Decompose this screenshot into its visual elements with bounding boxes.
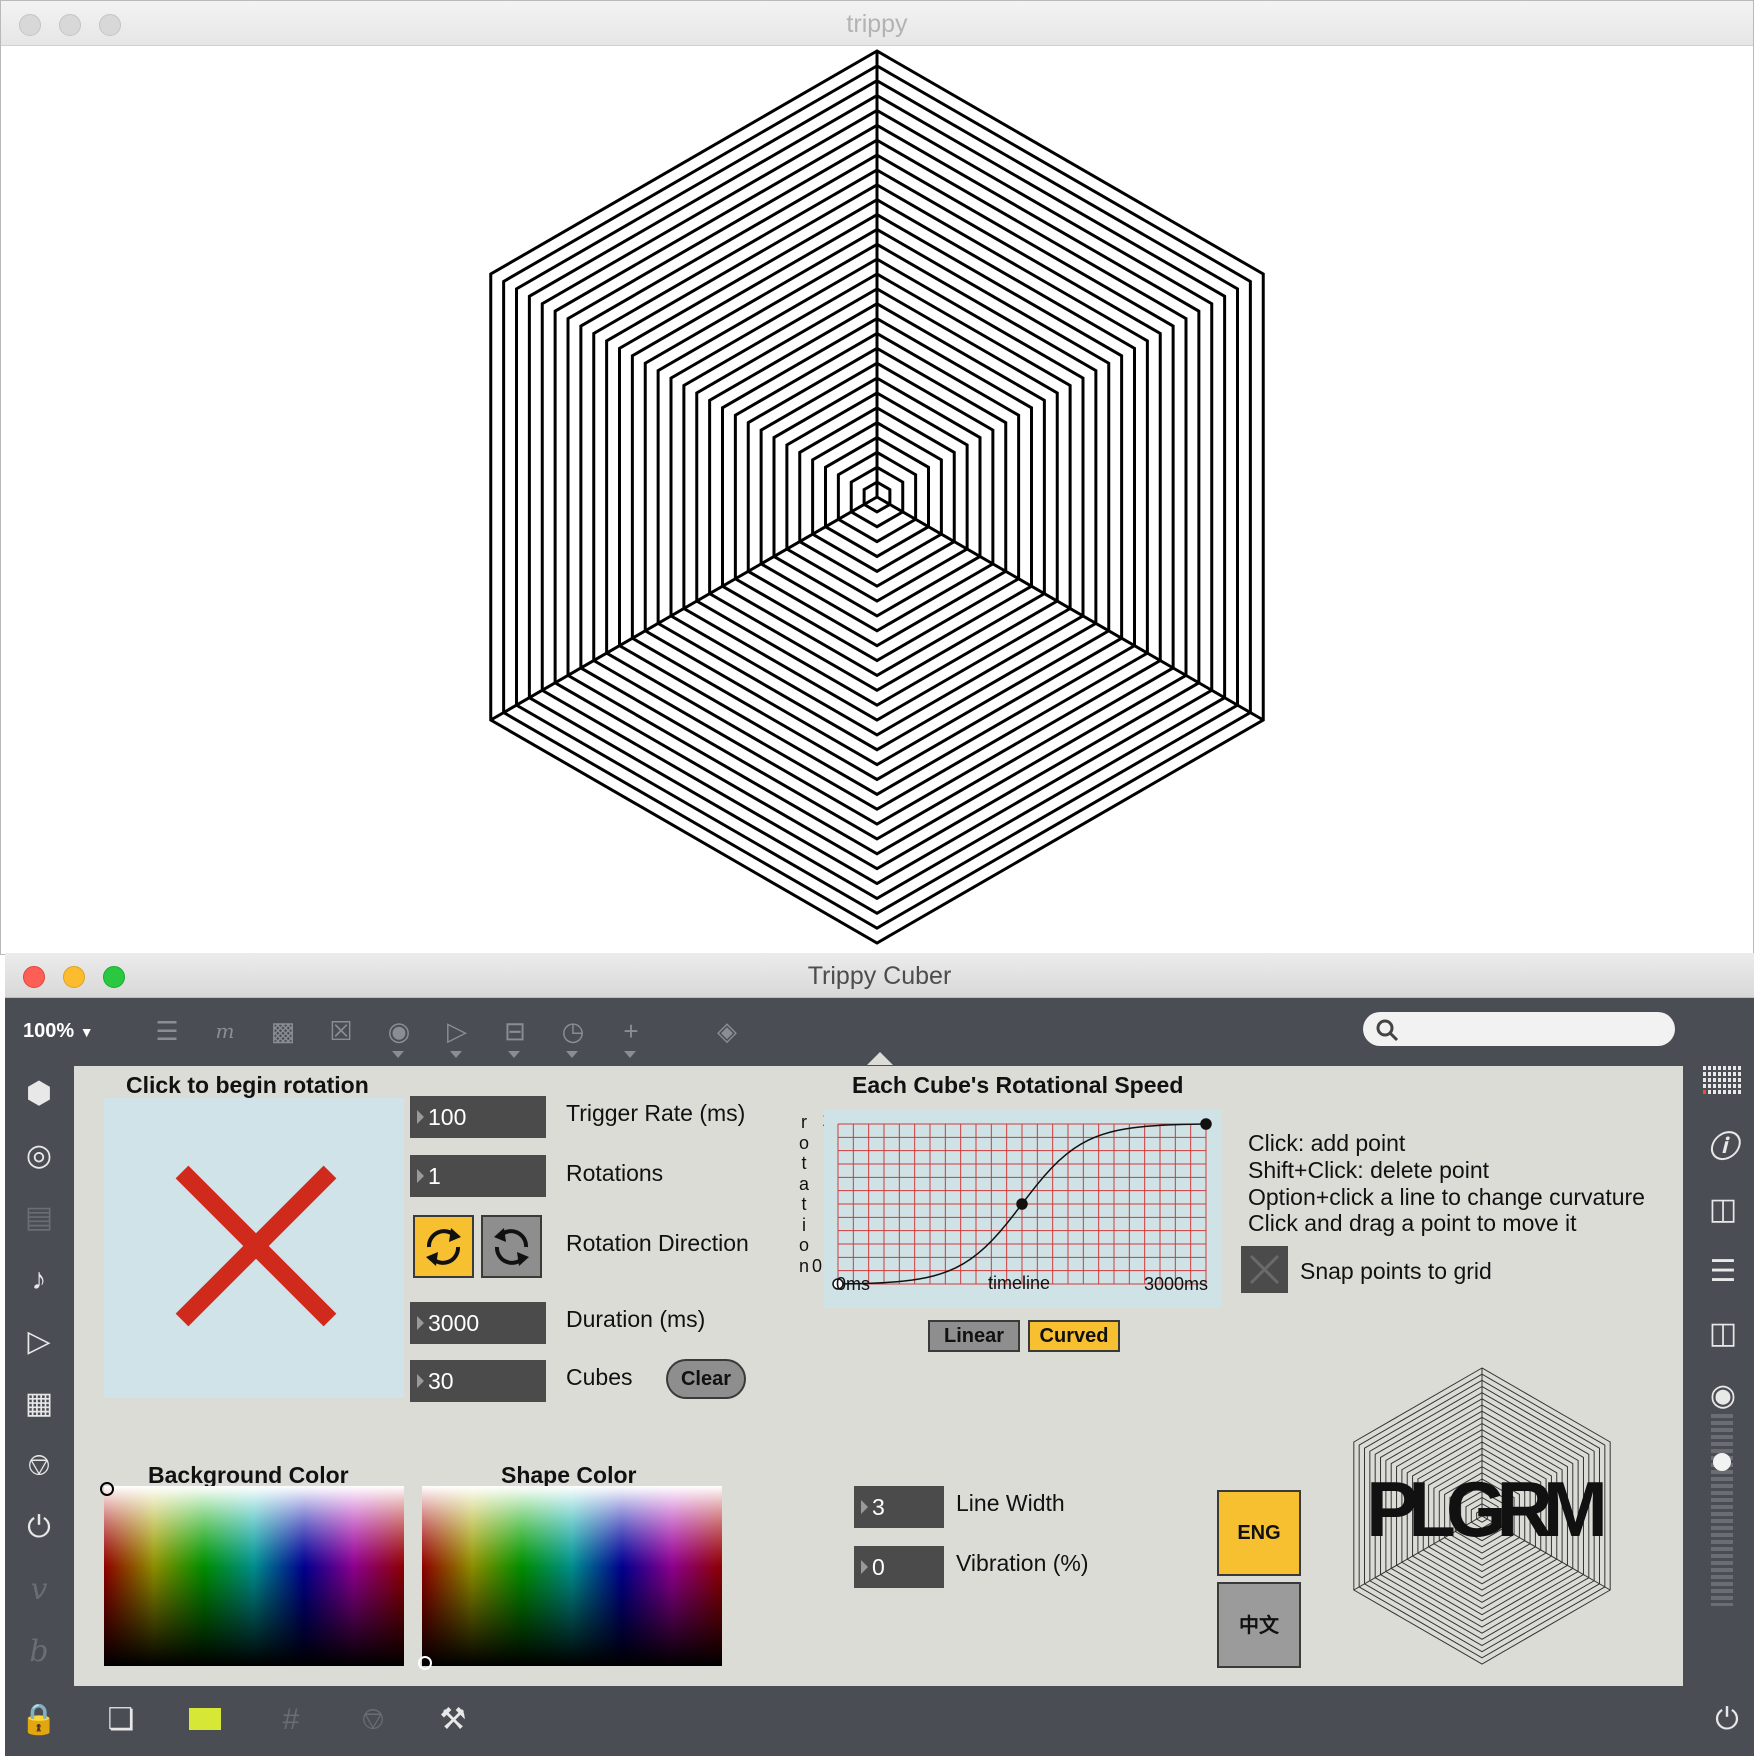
rotation-direction-label: Rotation Direction [566,1230,749,1256]
counterclockwise-button[interactable] [481,1215,542,1278]
hexagon-cube-drawing [489,49,1265,945]
music-note-icon[interactable]: ♪ [19,1260,59,1300]
snap-to-grid-toggle[interactable] [1241,1246,1288,1293]
snap-to-grid-label: Snap points to grid [1300,1258,1492,1284]
object-box-icon[interactable]: ☰ [150,1014,184,1048]
message-box-icon[interactable]: m [208,1014,242,1048]
toolbar-pointer [867,1052,893,1065]
paperclip-icon[interactable]: ⎊ [19,1446,59,1486]
background-color-picker[interactable] [100,1482,404,1666]
duration-label: Duration (ms) [566,1306,706,1332]
left-sidebar: ⬢ ◎ ▤ ♪ ▷ ▦ ⎊ ⏻ v b [5,1066,73,1756]
patcher-canvas: Click to begin rotation 100 Trigger Rate… [74,1066,1683,1686]
book-open-icon[interactable]: ◫ [1703,1190,1743,1230]
curved-button[interactable]: Curved [1028,1320,1120,1352]
line-width-numbox[interactable]: 3 [854,1486,944,1528]
film-icon[interactable]: ▤ [19,1198,59,1238]
cuber-titlebar: Trippy Cuber [5,953,1754,998]
add-object-icon[interactable]: + [614,1014,648,1058]
rotations-numbox[interactable]: 1 [410,1155,546,1197]
search-field[interactable] [1363,1012,1675,1046]
curve-point [1016,1198,1028,1210]
shape-color-picker[interactable] [418,1486,722,1670]
play-object-icon[interactable]: ▷ [440,1014,474,1058]
shape-color-cursor[interactable] [418,1656,432,1670]
volume-slider-knob[interactable] [1713,1453,1731,1471]
power-icon[interactable]: ⏻ [1707,1700,1747,1740]
duration-numbox[interactable]: 3000 [410,1302,546,1344]
background-color-label: Background Color [148,1462,349,1488]
new-attachment-icon[interactable]: ⎊ [353,1700,393,1740]
wrench-icon[interactable]: ⚒ [433,1700,473,1740]
linear-button[interactable]: Linear [928,1320,1020,1352]
comment-icon[interactable]: ▩ [266,1014,300,1048]
cubes-numbox[interactable]: 30 [410,1360,546,1402]
snap-x-icon [1249,1254,1280,1285]
plgrm-logo-text: PLGRM [1366,1465,1608,1553]
trigger-rate-numbox[interactable]: 100 [410,1096,546,1138]
windows-icon[interactable]: ❏ [101,1700,141,1740]
dial-object-icon[interactable]: ◷ [556,1014,590,1058]
trippy-window: trippy [0,0,1754,955]
toggle-object-icon[interactable]: ☒ [324,1014,358,1048]
curve-x-mid: timeline [988,1273,1051,1293]
help-line-1: Click: add point [1248,1130,1406,1156]
image-icon[interactable]: ▦ [19,1384,59,1424]
camera-icon[interactable]: ◉ [1703,1376,1743,1416]
paint-bucket-icon[interactable]: ◈ [710,1014,744,1048]
cubes-label: Cubes [566,1364,633,1390]
volume-meter [1711,1414,1733,1606]
beap-icon[interactable]: b [19,1632,59,1672]
target-icon[interactable]: ◎ [19,1136,59,1176]
cube-icon[interactable]: ⬢ [19,1074,59,1114]
grid-icon[interactable]: # [271,1700,311,1740]
reference-book-icon[interactable]: ◫ [1703,1314,1743,1354]
trippy-titlebar: trippy [1,1,1753,46]
info-icon[interactable]: ⓘ [1703,1128,1743,1168]
toggle-x-icon [175,1165,337,1327]
toggle-title: Click to begin rotation [126,1072,369,1098]
help-line-4: Click and drag a point to move it [1248,1210,1577,1236]
slider-object-icon[interactable]: ⊟ [498,1014,532,1058]
rotations-label: Rotations [566,1160,664,1186]
shape-color-label: Shape Color [501,1462,637,1488]
window-title: trippy [846,10,908,38]
english-button[interactable]: ENG [1217,1490,1301,1576]
curve-title: Each Cube's Rotational Speed [852,1072,1184,1098]
background-color-cursor[interactable] [100,1482,114,1496]
window-title: Trippy Cuber [807,962,952,990]
chinese-button[interactable]: 中文 [1217,1582,1301,1668]
grid-keyboard-icon[interactable] [1703,1066,1745,1106]
rotate-counterclockwise-icon [494,1228,529,1266]
list-icon[interactable]: ☰ [1703,1252,1743,1292]
curve-point [1200,1118,1212,1130]
clear-button[interactable]: Clear [666,1359,746,1399]
plug-icon[interactable]: ⏻ [19,1508,59,1548]
presentation-icon[interactable] [189,1708,221,1730]
line-width-label: Line Width [956,1490,1065,1516]
vibration-label: Vibration (%) [956,1550,1089,1576]
button-object-icon[interactable]: ◉ [382,1014,416,1058]
curve-y-axis-label: rotation [798,1112,809,1276]
rotation-toggle[interactable] [104,1098,404,1398]
curve-y-min: 0 [812,1256,823,1276]
vizzie-icon[interactable]: v [19,1570,59,1610]
curve-x-start: 0ms [836,1274,871,1294]
help-line-2: Shift+Click: delete point [1248,1157,1489,1183]
rotate-clockwise-icon [426,1228,461,1266]
right-sidebar: ⓘ ◫ ☰ ◫ ◉ [1695,1066,1754,1756]
search-icon [1376,1019,1399,1042]
bottom-bar: 🔒 ❏ # ⎊ ⚒ ⏻ [5,1686,1754,1756]
help-line-3: Option+click a line to change curvature [1248,1184,1645,1210]
lock-icon[interactable]: 🔒 [19,1700,59,1740]
zoom-select[interactable]: 100% ▼ [23,1020,94,1043]
trigger-rate-label: Trigger Rate (ms) [566,1100,746,1126]
toolbar: 100% ▼ ☰ m ▩ ☒ ◉ ▷ ⊟ ◷ + ◈ [5,998,1754,1066]
media-step-icon[interactable]: ▷ [19,1322,59,1362]
vibration-numbox[interactable]: 0 [854,1546,944,1588]
curve-x-end: 3000ms [1144,1274,1209,1294]
search-input[interactable] [1407,1016,1661,1044]
clockwise-button[interactable] [413,1215,474,1278]
